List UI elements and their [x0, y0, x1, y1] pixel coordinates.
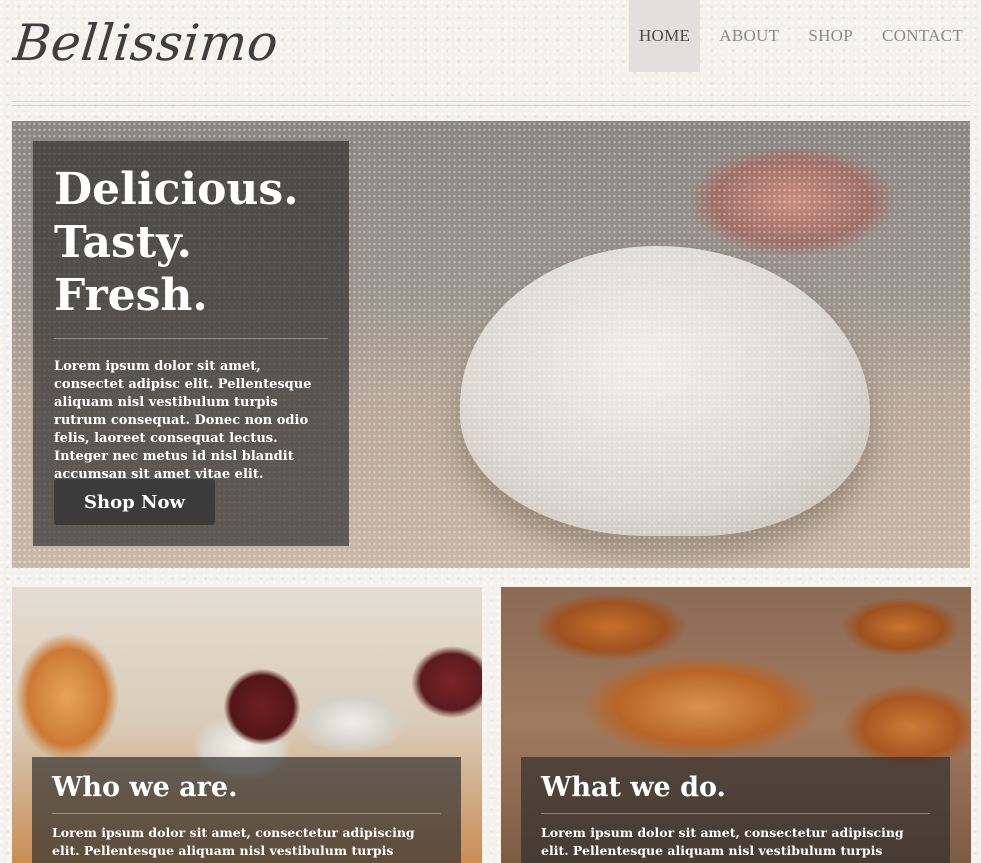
card-divider	[52, 813, 441, 814]
shop-now-button[interactable]: Shop Now	[54, 479, 215, 525]
card-description: Lorem ipsum dolor sit amet, consectetur …	[541, 825, 904, 863]
hero-headline: Delicious. Tasty. Fresh.	[54, 163, 328, 322]
site-logo[interactable]: Bellissimo	[11, 14, 281, 72]
nav-item-home[interactable]: HOME	[628, 0, 701, 72]
card-title: Who we are.	[52, 772, 238, 803]
hero-divider	[54, 338, 328, 339]
card-title: What we do.	[541, 772, 726, 803]
card-overlay: Who we are. Lorem ipsum dolor sit amet, …	[32, 757, 461, 863]
nav-item-contact[interactable]: CONTACT	[872, 0, 973, 72]
hero-overlay: Delicious. Tasty. Fresh. Lorem ipsum dol…	[33, 141, 349, 546]
main-nav: HOME ABOUT SHOP CONTACT	[620, 0, 973, 72]
hero-banner: Delicious. Tasty. Fresh. Lorem ipsum dol…	[12, 121, 970, 568]
who-we-are-card[interactable]: Who we are. Lorem ipsum dolor sit amet, …	[12, 587, 482, 863]
hero-headline-line: Fresh.	[54, 270, 208, 321]
hero-headline-line: Delicious.	[54, 164, 299, 215]
nav-item-about[interactable]: ABOUT	[709, 0, 789, 72]
card-divider	[541, 813, 930, 814]
nav-item-shop[interactable]: SHOP	[798, 0, 863, 72]
card-description: Lorem ipsum dolor sit amet, consectetur …	[52, 825, 415, 863]
what-we-do-card[interactable]: What we do. Lorem ipsum dolor sit amet, …	[501, 587, 971, 863]
hero-description: Lorem ipsum dolor sit amet, consectet ad…	[54, 359, 312, 482]
header-divider-secondary	[12, 105, 970, 106]
hero-headline-line: Tasty.	[54, 217, 192, 268]
site-header: Bellissimo HOME ABOUT SHOP CONTACT	[0, 0, 981, 100]
header-divider	[12, 101, 970, 102]
hero-dough-image	[460, 246, 870, 536]
card-overlay: What we do. Lorem ipsum dolor sit amet, …	[521, 757, 950, 863]
